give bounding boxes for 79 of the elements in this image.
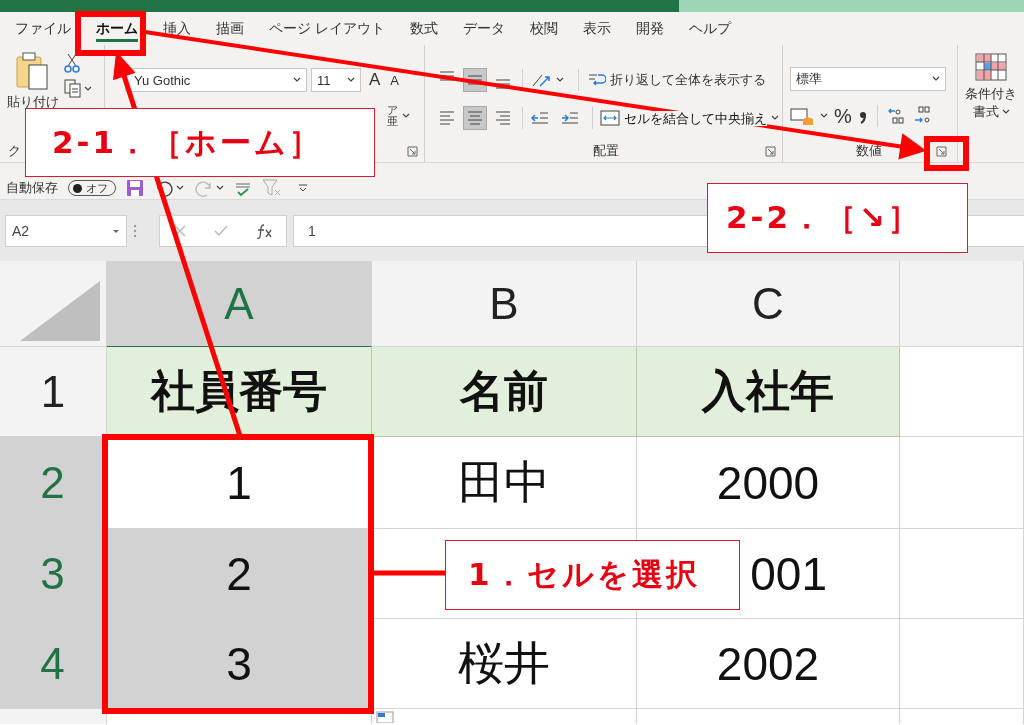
- connector-line: [374, 570, 445, 576]
- cancel-icon[interactable]: [173, 224, 187, 238]
- dropdown-arrow-icon[interactable]: [112, 228, 120, 234]
- merge-center-button[interactable]: セルを結合して中央揃え: [624, 110, 767, 126]
- number-format-dropdown[interactable]: 標準: [790, 67, 946, 91]
- customize-toolbar-icon[interactable]: [298, 183, 308, 193]
- chevron-icon[interactable]: [771, 115, 779, 121]
- column-header[interactable]: A: [107, 261, 372, 347]
- align-lines-icon: [439, 71, 455, 81]
- chevron-icon[interactable]: [820, 113, 828, 119]
- increase-indent-icon[interactable]: [560, 109, 580, 127]
- ribbon-tab[interactable]: ヘルプ: [688, 15, 731, 42]
- paste-label[interactable]: 貼り付け: [7, 93, 59, 111]
- percent-style-button[interactable]: %: [834, 104, 852, 128]
- ribbon-tab[interactable]: ページ レイアウト: [269, 15, 385, 42]
- ribbon-tab[interactable]: ファイル: [15, 15, 71, 42]
- callout-tooltip: 2-2．［↘］: [707, 183, 968, 253]
- chevron-icon[interactable]: [347, 77, 355, 83]
- group-label: ク: [8, 142, 21, 160]
- decrease-indent-icon[interactable]: [530, 109, 550, 127]
- column-header[interactable]: C: [637, 261, 900, 347]
- currency-format-icon[interactable]: [790, 106, 814, 126]
- table-cell: 名前: [372, 347, 637, 437]
- dialog-launcher-icon[interactable]: [936, 146, 947, 157]
- dialog-launcher-icon[interactable]: [407, 146, 418, 157]
- chevron-icon[interactable]: [556, 77, 564, 83]
- callout-tooltip: 2-1．［ホーム］: [25, 108, 375, 177]
- increase-decimal-icon[interactable]: [886, 106, 907, 126]
- chevron-icon[interactable]: [84, 86, 92, 92]
- ribbon-tab[interactable]: 校閲: [529, 15, 558, 42]
- table-cell: 桜井: [372, 619, 637, 709]
- font-name-dropdown[interactable]: Yu Gothic: [125, 68, 307, 92]
- group-label: 数値: [855, 142, 882, 160]
- group-label: 配置: [592, 142, 619, 160]
- chevron-icon[interactable]: [216, 185, 224, 191]
- phonetic-guide-button[interactable]: ア亜: [387, 105, 398, 127]
- table-cell: 2002: [637, 619, 900, 709]
- ribbon-tab[interactable]: 表示: [582, 15, 611, 42]
- ribbon-tab[interactable]: 描画: [216, 15, 244, 42]
- align-lines-icon: [467, 75, 483, 85]
- row-header[interactable]: 1: [0, 347, 107, 437]
- increase-font-size-button[interactable]: A: [365, 70, 385, 90]
- wrap-text-button[interactable]: 折り返して全体を表示する: [610, 71, 766, 89]
- name-box[interactable]: A2: [5, 215, 127, 247]
- check-icon[interactable]: [213, 224, 229, 238]
- conditional-formatting-label[interactable]: 条件付き: [965, 85, 1017, 103]
- highlight-frame: [75, 11, 146, 56]
- ribbon-tab[interactable]: データ: [462, 15, 505, 42]
- table-cell: 田中: [372, 437, 637, 529]
- chevron-icon[interactable]: [176, 185, 184, 191]
- conditional-formatting-icon[interactable]: [975, 53, 1007, 81]
- decrease-decimal-icon[interactable]: [912, 106, 933, 126]
- callout-tooltip: 1．セルを選択: [445, 540, 740, 610]
- highlight-frame: [924, 136, 969, 171]
- chevron-icon[interactable]: [1001, 109, 1010, 115]
- chevron-icon[interactable]: [402, 113, 410, 119]
- splitter-handle-icon[interactable]: [133, 224, 137, 238]
- align-lines-icon: [495, 79, 511, 89]
- merge-cells-icon[interactable]: [600, 109, 620, 127]
- table-cell: 入社年: [637, 347, 900, 437]
- chevron-icon[interactable]: [932, 76, 940, 82]
- copy-icon[interactable]: [64, 79, 82, 99]
- chevron-icon[interactable]: [293, 77, 301, 83]
- save-icon[interactable]: [126, 179, 144, 197]
- font-size-dropdown[interactable]: 11: [311, 68, 361, 92]
- conditional-formatting-label[interactable]: 書式: [972, 103, 999, 121]
- scissors-icon[interactable]: [64, 53, 80, 73]
- paste-icon[interactable]: [15, 51, 51, 91]
- quick-analysis-icon[interactable]: [376, 711, 394, 723]
- table-cell: 2000: [637, 437, 900, 529]
- ribbon-tab[interactable]: ホーム: [96, 15, 138, 42]
- decrease-font-size-button[interactable]: A: [388, 72, 401, 88]
- autosave-label: 自動保存: [6, 179, 58, 197]
- ribbon-tab[interactable]: 開発: [635, 15, 664, 42]
- ribbon-tab[interactable]: 数式: [409, 15, 438, 42]
- ribbon-tab[interactable]: 挿入: [163, 15, 191, 42]
- column-header[interactable]: B: [372, 261, 637, 347]
- dialog-launcher-icon[interactable]: [765, 146, 776, 157]
- insert-function-icon[interactable]: [255, 223, 273, 239]
